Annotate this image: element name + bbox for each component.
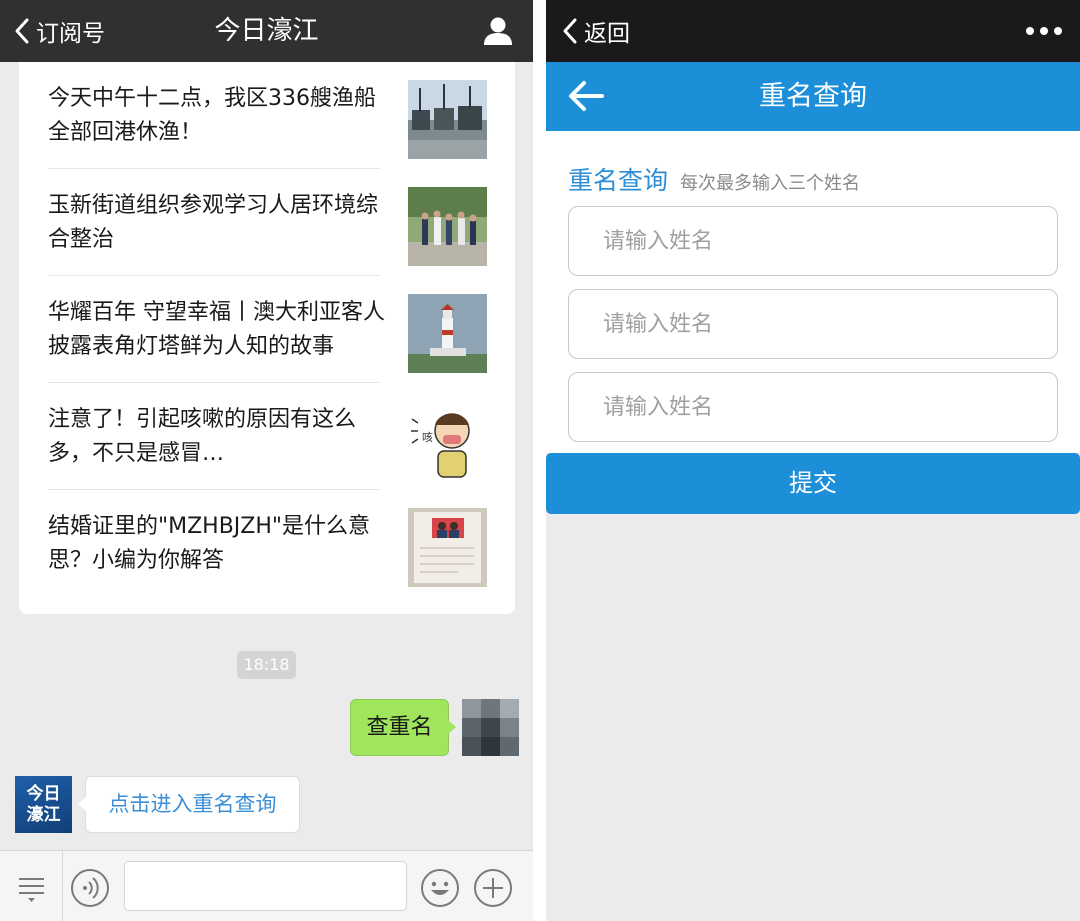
article-thumbnail (408, 187, 487, 266)
cough-character: 咳 (422, 430, 433, 444)
query-form: 重名查询 每次最多输入三个姓名 (546, 131, 1080, 453)
article-item[interactable]: 结婚证里的"MZHBJZH"是什么意思？小编为你解答 (48, 490, 488, 597)
more-options-icon[interactable] (1026, 20, 1062, 42)
pane-divider (533, 0, 546, 921)
chevron-left-icon (563, 18, 577, 44)
coughing-cartoon-image: 咳 (408, 401, 487, 480)
chevron-left-icon (15, 18, 29, 44)
article-title: 玉新街道组织参观学习人居环境综合整治 (48, 192, 379, 252)
page-title: 重名查询 (759, 81, 867, 112)
marriage-certificate-image (408, 508, 487, 587)
form-label: 重名查询 每次最多输入三个姓名 (568, 161, 860, 197)
account-avatar-line1: 今日 (26, 783, 61, 804)
emoji-icon[interactable] (420, 868, 460, 908)
article-item[interactable]: 华耀百年 守望幸福丨澳大利亚客人披露表角灯塔鲜为人知的故事 (48, 276, 488, 383)
lighthouse-image (408, 294, 487, 373)
my-avatar[interactable] (462, 699, 519, 756)
article-item[interactable]: 注意了！引起咳嗽的原因有这么多，不只是感冒… 咳 (48, 383, 488, 490)
plus-icon[interactable] (473, 868, 513, 908)
menu-toggle-button[interactable] (0, 851, 63, 921)
article-list-card: 今天中午十二点，我区336艘渔船全部回港休渔！ 玉新街道组织参观学习人居环境综合… (19, 62, 515, 614)
webview-top-bar: 返回 (546, 0, 1080, 62)
form-label-hint: 每次最多输入三个姓名 (680, 173, 861, 194)
form-label-main: 重名查询 (568, 166, 669, 195)
article-item[interactable]: 今天中午十二点，我区336艘渔船全部回港休渔！ (48, 62, 488, 169)
submit-button[interactable]: 提交 (546, 453, 1080, 514)
article-title: 注意了！引起咳嗽的原因有这么多，不只是感冒… (48, 406, 357, 466)
name-input-2[interactable] (568, 289, 1058, 359)
article-thumbnail: 咳 (408, 401, 487, 480)
page-header: 重名查询 (546, 62, 1080, 131)
message-input[interactable] (124, 861, 407, 911)
wechat-chat-screen: 订阅号 今日濠江 今天中午十二点，我区336艘渔船全部回港休渔！ 玉新街道组织参… (0, 0, 533, 921)
back-to-subscriptions-button[interactable]: 订阅号 (12, 0, 105, 62)
name-query-screen: 返回 重名查询 重名查询 每次最多输入三个姓名 提交 (546, 0, 1080, 921)
article-thumbnail (408, 508, 487, 587)
pixelated-avatar-image (462, 699, 519, 756)
account-avatar-line2: 濠江 (26, 804, 61, 825)
article-item[interactable]: 玉新街道组织参观学习人居环境综合整治 (48, 169, 488, 276)
name-input-1[interactable] (568, 206, 1058, 276)
back-label: 返回 (584, 21, 630, 47)
profile-icon[interactable] (481, 14, 515, 48)
arrow-left-icon[interactable] (566, 76, 606, 116)
my-message-bubble[interactable]: 查重名 (350, 699, 456, 756)
name-input-3[interactable] (568, 372, 1058, 442)
enter-query-link[interactable]: 点击进入重名查询 (78, 776, 300, 833)
article-thumbnail (408, 80, 487, 159)
menu-list-icon (19, 878, 44, 902)
article-title: 华耀百年 守望幸福丨澳大利亚客人披露表角灯塔鲜为人知的故事 (48, 299, 385, 359)
voice-icon[interactable] (70, 868, 110, 908)
account-avatar[interactable]: 今日 濠江 (15, 776, 72, 833)
article-title: 今天中午十二点，我区336艘渔船全部回港休渔！ (48, 85, 376, 145)
harbor-boats-image (408, 80, 487, 159)
webview-back-button[interactable]: 返回 (560, 0, 630, 62)
chat-input-bar (0, 850, 533, 921)
article-title: 结婚证里的"MZHBJZH"是什么意思？小编为你解答 (48, 513, 371, 573)
article-thumbnail (408, 294, 487, 373)
chat-nav-bar: 订阅号 今日濠江 (0, 0, 533, 62)
message-timestamp: 18:18 (237, 651, 296, 679)
back-label: 订阅号 (36, 21, 105, 47)
people-walking-image (408, 187, 487, 266)
